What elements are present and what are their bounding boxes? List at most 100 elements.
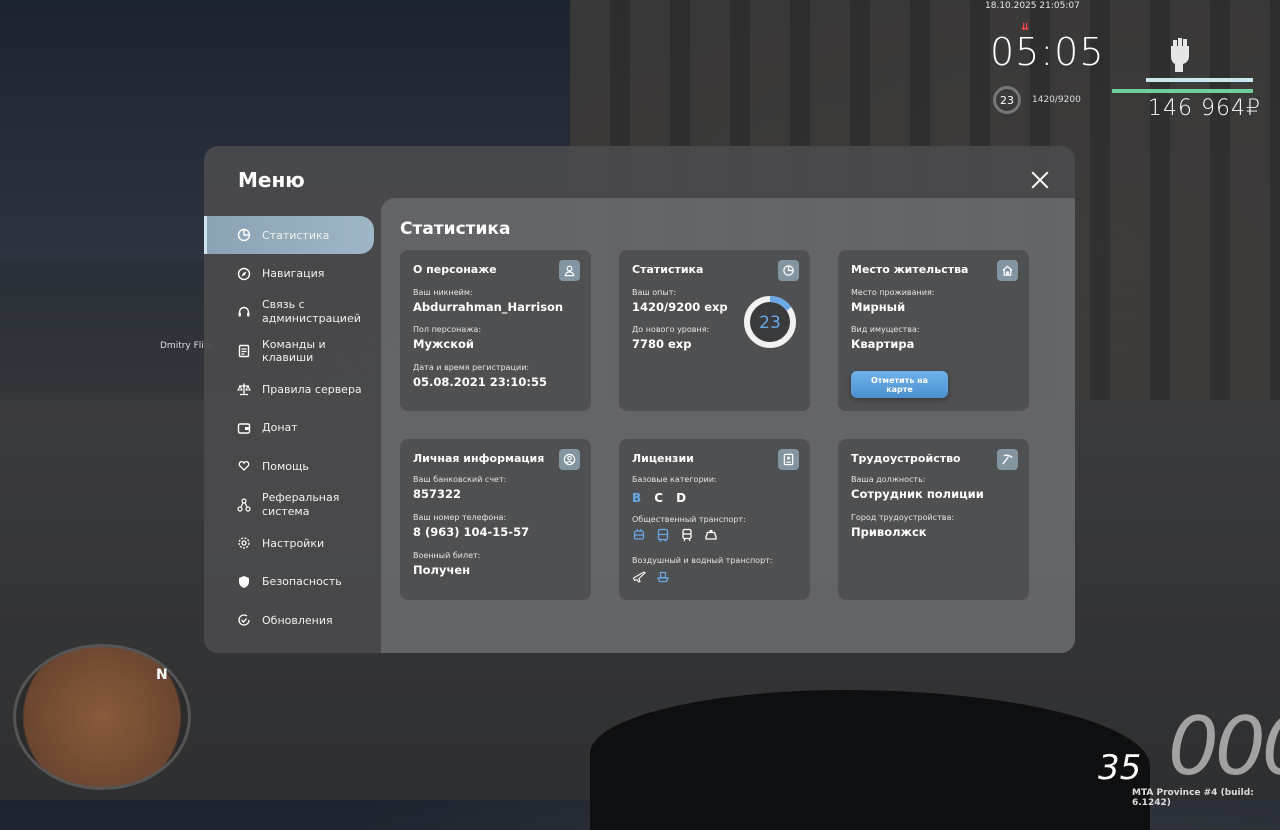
- sidebar-item-statistics[interactable]: Статистика: [204, 216, 374, 254]
- field-label: Воздушный и водный транспорт:: [632, 556, 773, 565]
- close-icon[interactable]: [1028, 168, 1052, 192]
- user-circle-icon: [559, 449, 580, 470]
- position-value: Сотрудник полиции: [851, 487, 984, 501]
- field-label: До нового уровня:: [632, 325, 710, 334]
- bank-account-value: 857322: [413, 487, 462, 501]
- card-employment: Трудоустройство Ваша должность: Сотрудни…: [838, 439, 1029, 600]
- gear-icon: [237, 536, 251, 550]
- menu-window: Меню Статистика Навигация Связь с админи…: [204, 146, 1075, 653]
- pickaxe-icon: [997, 449, 1018, 470]
- card-title: Трудоустройство: [851, 452, 961, 465]
- field-label: Военный билет:: [413, 551, 481, 560]
- card-character: О персонаже Ваш никнейм: Abdurrahman_Har…: [400, 250, 591, 411]
- level-ring: 23: [743, 295, 797, 349]
- user-icon: [559, 260, 580, 281]
- card-title: Статистика: [632, 263, 704, 276]
- public-transport-icons: [632, 528, 718, 542]
- shield-icon: [237, 575, 251, 589]
- field-label: Пол персонажа:: [413, 325, 482, 334]
- content-title: Статистика: [400, 219, 511, 239]
- content-panel: Статистика О персонаже Ваш никнейм: Abdu…: [381, 198, 1075, 653]
- sidebar-item-label: Статистика: [262, 228, 330, 242]
- home-icon: [997, 260, 1018, 281]
- heart-hands-icon: [237, 459, 251, 473]
- place-value: Мирный: [851, 300, 906, 314]
- card-licenses: Лицензии Базовые категории: B C D Общест…: [619, 439, 810, 600]
- field-label: Ваш номер телефона:: [413, 513, 507, 522]
- sidebar-item-label: Настройки: [262, 536, 325, 550]
- field-label: Ваша должность:: [851, 475, 926, 484]
- sidebar-item-updates[interactable]: Обновления: [204, 601, 380, 639]
- license-category-b: B: [632, 491, 642, 505]
- id-card-icon: [778, 449, 799, 470]
- exp-value: 1420/9200 exp: [632, 300, 728, 314]
- bus-icon: [656, 528, 670, 542]
- document-icon: [237, 344, 251, 358]
- air-water-transport-icons: [632, 569, 670, 583]
- field-label: Город трудоустройства:: [851, 513, 955, 522]
- wallet-icon: [237, 421, 251, 435]
- sidebar-item-admin-contact[interactable]: Связь с администрацией: [204, 293, 380, 331]
- fist-icon: [1166, 36, 1194, 72]
- hud-armor-bar: [1146, 78, 1253, 82]
- sidebar-item-label: Навигация: [262, 267, 325, 280]
- sidebar: Статистика Навигация Связь с администрац…: [204, 216, 380, 640]
- build-info: MTA Province #4 (build: 6.1242): [1132, 788, 1254, 808]
- sidebar-item-label: Правила сервера: [262, 382, 362, 396]
- card-personal: Личная информация Ваш банковский счет: 8…: [400, 439, 591, 600]
- pie-chart-icon: [778, 260, 799, 281]
- trolleybus-icon: [632, 528, 646, 542]
- headset-icon: [237, 305, 251, 319]
- next-level-value: 7780 exp: [632, 337, 692, 351]
- sidebar-item-donate[interactable]: Донат: [204, 409, 380, 447]
- boat-icon: [656, 569, 670, 583]
- taxi-icon: [704, 528, 718, 542]
- field-label: Базовые категории:: [632, 475, 717, 484]
- sidebar-item-label: Обновления: [262, 613, 333, 627]
- compass-icon: [237, 267, 251, 281]
- sidebar-item-label: Связь с администрацией: [262, 298, 361, 325]
- sidebar-item-referral[interactable]: Реферальная система: [204, 486, 380, 524]
- card-residence: Место жительства Место проживания: Мирны…: [838, 250, 1029, 411]
- license-categories: B C D: [632, 487, 694, 506]
- pie-chart-icon: [237, 228, 251, 242]
- sidebar-item-settings[interactable]: Настройки: [204, 524, 380, 562]
- train-icon: [680, 528, 694, 542]
- hud-exp: 1420/9200: [1032, 95, 1081, 105]
- field-label: Ваш никнейм:: [413, 288, 473, 297]
- minimap-north: N: [156, 667, 168, 683]
- refresh-check-icon: [237, 613, 251, 627]
- license-category-d: D: [676, 491, 687, 505]
- hud-health-bar: [1112, 89, 1253, 93]
- job-city-value: Приволжск: [851, 525, 927, 539]
- sidebar-item-help[interactable]: Помощь: [204, 447, 380, 485]
- airplane-icon: [632, 569, 646, 583]
- nickname-value: Abdurrahman_Harrison: [413, 300, 564, 314]
- sidebar-item-label: Безопасность: [262, 575, 342, 588]
- hud-speed: 35: [1098, 748, 1142, 788]
- license-category-c: C: [654, 491, 664, 505]
- sidebar-item-label: Команды и клавиши: [262, 337, 326, 364]
- sidebar-item-label: Реферальная система: [262, 490, 340, 518]
- sidebar-item-navigation[interactable]: Навигация: [204, 255, 380, 293]
- field-label: Ваш опыт:: [632, 288, 677, 297]
- hud-odometer: 000: [1168, 700, 1280, 793]
- gender-value: Мужской: [413, 337, 474, 351]
- field-label: Дата и время регистрации:: [413, 363, 530, 372]
- sidebar-item-rules[interactable]: Правила сервера: [204, 370, 380, 408]
- military-value: Получен: [413, 563, 471, 577]
- network-icon: [237, 497, 251, 512]
- level-ring-value: 23: [759, 313, 781, 333]
- registration-value: 05.08.2021 23:10:55: [413, 375, 547, 389]
- mark-on-map-button[interactable]: Отметить на карте: [851, 371, 948, 398]
- scales-icon: [237, 382, 251, 396]
- menu-title: Меню: [238, 168, 305, 192]
- minimap: [13, 644, 191, 790]
- card-title: Лицензии: [632, 452, 694, 465]
- card-statistics: Статистика Ваш опыт: 1420/9200 exp До но…: [619, 250, 810, 411]
- hud-money: 146 964₽: [1148, 96, 1261, 121]
- card-title: Место жительства: [851, 263, 969, 276]
- sidebar-item-label: Донат: [262, 421, 298, 434]
- sidebar-item-security[interactable]: Безопасность: [204, 563, 380, 601]
- sidebar-item-commands[interactable]: Команды и клавиши: [204, 332, 380, 370]
